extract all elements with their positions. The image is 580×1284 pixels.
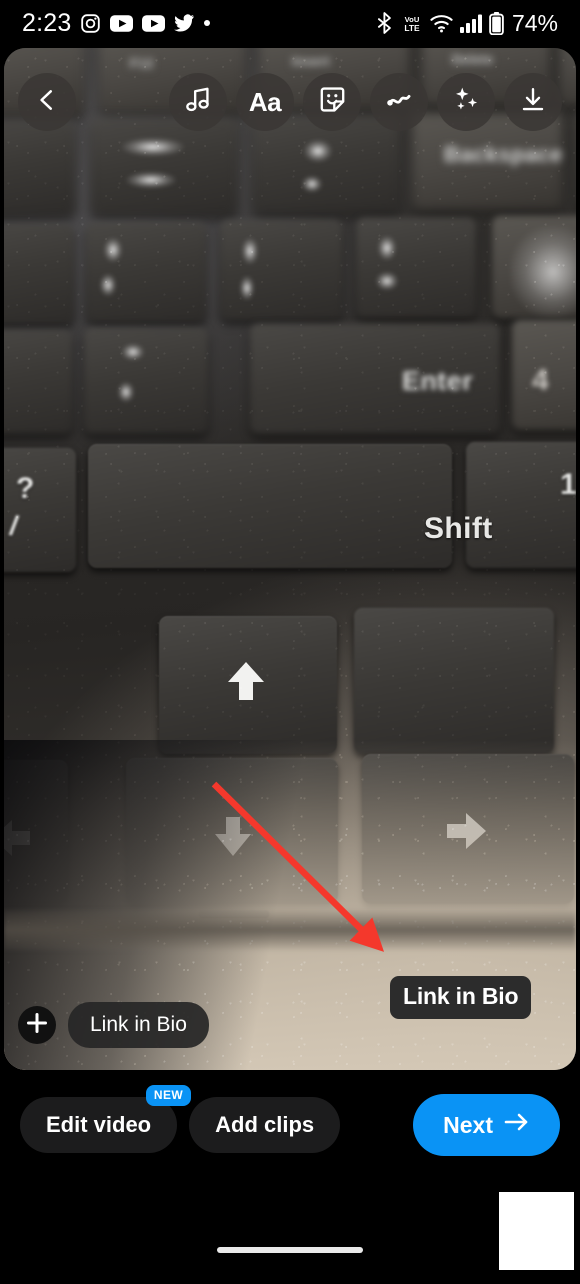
draw-icon (384, 85, 414, 120)
next-button[interactable]: Next (413, 1094, 560, 1156)
sticker-button[interactable] (303, 73, 361, 131)
media-canvas[interactable]: F12 Insert Delete Backspace NumLock (4, 48, 576, 1070)
draw-button[interactable] (370, 73, 428, 131)
wifi-icon (430, 14, 453, 33)
edit-video-button[interactable]: Edit video NEW (20, 1085, 192, 1153)
home-indicator[interactable] (217, 1247, 363, 1253)
twitter-icon (174, 13, 195, 33)
sticker-icon (318, 85, 347, 119)
status-bar-right: VoU LTE 74% (377, 10, 558, 37)
dot-icon (204, 20, 211, 26)
battery-percent-label: 74% (511, 9, 558, 36)
editor-toolbar: Aa (4, 62, 576, 142)
plus-icon (26, 1012, 48, 1039)
status-bar: 2:23 VoU LTE 74% (0, 0, 580, 46)
toolbar-tools: Aa (169, 73, 562, 131)
status-bar-left: 2:23 (22, 8, 211, 38)
add-clips-label: Add clips (215, 1112, 315, 1137)
add-clips-button[interactable]: Add clips (189, 1097, 341, 1153)
canvas-footer: Link in Bio (18, 1002, 209, 1048)
phone-screen: 2:23 VoU LTE 74% F12 Insert Delete Backs… (0, 0, 580, 1284)
link-in-bio-sticker[interactable]: Link in Bio (390, 976, 532, 1019)
link-in-bio-chip[interactable]: Link in Bio (68, 1002, 209, 1048)
youtube-icon (142, 14, 166, 32)
text-button[interactable]: Aa (236, 73, 294, 131)
effects-icon (452, 85, 481, 119)
keyboard-photo: F12 Insert Delete Backspace NumLock (4, 48, 576, 1070)
status-bar-clock: 2:23 (22, 8, 72, 37)
download-button[interactable] (504, 73, 562, 131)
effects-button[interactable] (437, 73, 495, 131)
svg-text:LTE: LTE (404, 23, 420, 33)
download-icon (519, 86, 547, 119)
add-link-button[interactable] (18, 1006, 56, 1044)
battery-icon (489, 11, 504, 35)
bottom-action-bar: Edit video NEW Add clips Next (0, 1085, 580, 1160)
music-button[interactable] (169, 73, 227, 131)
white-overlay-block (499, 1192, 574, 1270)
bluetooth-icon (377, 12, 394, 34)
music-icon (184, 85, 213, 119)
youtube-icon (110, 14, 134, 32)
cellular-signal-icon (459, 14, 482, 33)
chevron-left-icon (34, 87, 60, 118)
next-label: Next (443, 1111, 493, 1138)
text-icon: Aa (248, 86, 282, 117)
volte-icon: VoU LTE (401, 13, 423, 34)
instagram-icon (80, 13, 101, 34)
back-button[interactable] (18, 73, 76, 131)
edit-video-label: Edit video (46, 1112, 152, 1137)
new-badge: NEW (145, 1085, 192, 1106)
arrow-right-icon (504, 1111, 530, 1139)
